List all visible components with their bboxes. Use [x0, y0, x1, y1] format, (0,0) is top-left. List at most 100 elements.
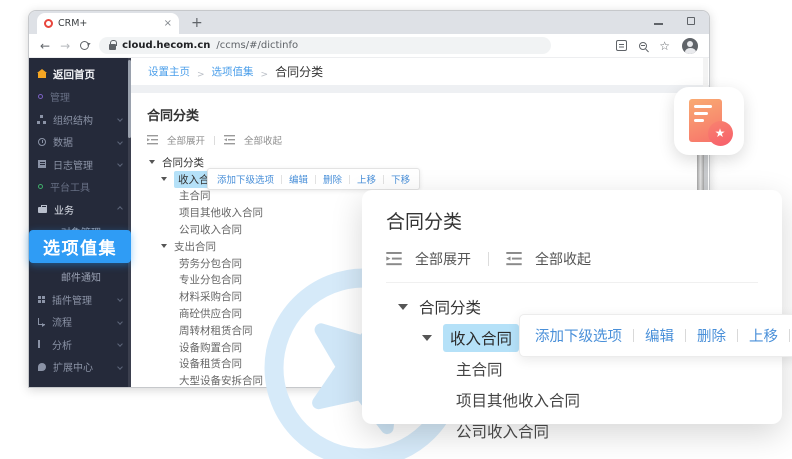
- sidebar-item-analysis[interactable]: 分析: [29, 333, 131, 356]
- zoom-tree-toolbar: 全部展开 全部收起: [386, 249, 758, 283]
- sidebar-item-log-management[interactable]: 日志管理: [29, 153, 131, 176]
- home-icon: [38, 73, 46, 78]
- collapse-all-icon: [506, 252, 522, 266]
- node-action-menu: 添加下级选项 编辑 删除 上移 下移: [207, 168, 420, 190]
- breadcrumb-separator: [197, 62, 205, 81]
- tree-leaf[interactable]: 公司收入合同: [386, 415, 758, 446]
- extension-icon: [38, 363, 46, 371]
- chevron-down-icon: [117, 139, 123, 145]
- sidebar: 返回首页 管理 组织结构 数据 日志管理: [29, 58, 131, 387]
- briefcase-icon: [38, 207, 47, 213]
- expand-all-button[interactable]: 全部展开: [167, 133, 205, 147]
- breadcrumb-current: 合同分类: [275, 63, 323, 80]
- sidebar-section-platform-tools[interactable]: 平台工具: [29, 176, 131, 199]
- new-tab-button[interactable]: +: [191, 16, 203, 30]
- edit-button[interactable]: 编辑: [645, 325, 674, 346]
- clock-icon: [38, 138, 46, 146]
- collapse-all-button[interactable]: 全部收起: [535, 249, 591, 269]
- tab-title: CRM+: [58, 18, 159, 29]
- zoom-lens-icon[interactable]: [639, 42, 647, 50]
- crm-favicon-icon: [44, 19, 53, 28]
- move-up-button[interactable]: 上移: [749, 325, 778, 346]
- expand-arrow-icon[interactable]: [149, 160, 155, 164]
- chevron-down-icon: [117, 161, 123, 167]
- expand-all-button[interactable]: 全部展开: [415, 249, 471, 269]
- sidebar-item-workflow[interactable]: 流程: [29, 311, 131, 334]
- move-down-button[interactable]: 下移: [391, 172, 410, 186]
- tree-leaf[interactable]: 主合同: [386, 353, 758, 384]
- callout-connector: [697, 150, 704, 195]
- address-bar: ← → cloud.hecom.cn/ccms/#/dictinfo ☆: [29, 34, 709, 58]
- chevron-down-icon: [117, 364, 123, 370]
- expand-arrow-icon[interactable]: [422, 335, 432, 341]
- tab-close-icon[interactable]: ×: [164, 19, 172, 29]
- sidebar-item-data[interactable]: 数据: [29, 131, 131, 154]
- sidebar-item-business[interactable]: 业务: [29, 198, 131, 221]
- sidebar-section-management[interactable]: 管理: [29, 86, 131, 109]
- forward-icon[interactable]: →: [60, 40, 70, 52]
- tree-leaf[interactable]: 项目其他收入合同: [386, 384, 758, 415]
- toolbar-divider: [488, 252, 489, 266]
- marketing-screenshot: CRM+ × + ← → cloud.hecom.cn/ccms/#/dicti…: [0, 0, 792, 459]
- toolbar-divider: [214, 136, 215, 145]
- expand-arrow-icon[interactable]: [161, 244, 167, 248]
- page-title: 合同分类: [147, 105, 695, 124]
- sidebar-item-plugin-management[interactable]: 插件管理: [29, 288, 131, 311]
- browser-tab-bar: CRM+ × +: [29, 11, 709, 34]
- collapse-all-button[interactable]: 全部收起: [244, 133, 282, 147]
- expand-arrow-icon[interactable]: [398, 304, 408, 310]
- chevron-down-icon: [117, 296, 123, 302]
- bar-chart-icon: [38, 340, 40, 348]
- delete-button[interactable]: 删除: [697, 325, 726, 346]
- bookmark-star-icon[interactable]: ☆: [659, 40, 670, 52]
- edit-button[interactable]: 编辑: [289, 172, 308, 186]
- url-path: /ccms/#/dictinfo: [216, 40, 298, 51]
- contract-doc-badge: ★: [674, 87, 744, 155]
- expand-all-icon: [147, 135, 158, 145]
- minimize-icon[interactable]: [654, 23, 663, 25]
- dict-set-callout[interactable]: 选项值集: [29, 230, 131, 263]
- breadcrumb: 设置主页 选项值集 合同分类: [131, 58, 709, 85]
- star-circle-icon: ★: [708, 121, 733, 146]
- translate-icon[interactable]: [616, 40, 627, 51]
- lock-icon: [109, 44, 116, 50]
- tree-node-income[interactable]: 收入合同 添加下级选项 编辑 删除 上移 下移: [141, 171, 695, 188]
- back-icon[interactable]: ←: [40, 40, 50, 52]
- sidebar-item-extension-center[interactable]: 扩展中心: [29, 356, 131, 379]
- move-up-button[interactable]: 上移: [357, 172, 376, 186]
- sidebar-item-home[interactable]: 返回首页: [29, 63, 131, 86]
- breadcrumb-dict-set[interactable]: 选项值集: [212, 64, 254, 79]
- add-child-option-button[interactable]: 添加下级选项: [217, 172, 274, 186]
- node-action-menu: 添加下级选项 编辑 删除 上移 下移: [519, 314, 792, 357]
- reload-icon[interactable]: [80, 41, 89, 50]
- url-host: cloud.hecom.cn: [122, 40, 210, 51]
- window-controls: [654, 16, 695, 25]
- add-child-option-button[interactable]: 添加下级选项: [535, 325, 622, 346]
- browser-tab[interactable]: CRM+ ×: [37, 13, 179, 34]
- address-bar-icons: ☆: [616, 38, 698, 54]
- chevron-up-icon: [117, 206, 123, 212]
- delete-button[interactable]: 删除: [323, 172, 342, 186]
- selected-node-label[interactable]: 收入合同: [443, 324, 519, 352]
- document-star-icon: ★: [689, 99, 722, 142]
- chevron-down-icon: [117, 116, 123, 122]
- ring-icon: [38, 184, 43, 189]
- breadcrumb-settings-home[interactable]: 设置主页: [148, 64, 190, 79]
- expand-arrow-icon[interactable]: [161, 177, 167, 181]
- ring-icon: [38, 94, 43, 99]
- expand-all-icon: [386, 252, 402, 266]
- restore-icon[interactable]: [687, 17, 695, 25]
- tree-node-income[interactable]: 收入合同 添加下级选项 编辑 删除 上移 下移: [386, 322, 758, 353]
- chevron-down-icon: [117, 319, 123, 325]
- zoom-panel-title: 合同分类: [386, 207, 758, 234]
- sidebar-item-org-structure[interactable]: 组织结构: [29, 108, 131, 131]
- url-field[interactable]: cloud.hecom.cn/ccms/#/dictinfo: [99, 37, 551, 54]
- tree-toolbar: 全部展开 全部收起: [147, 133, 695, 147]
- profile-avatar[interactable]: [682, 38, 698, 54]
- org-chart-icon: [40, 115, 43, 118]
- flow-icon: [38, 318, 45, 325]
- chevron-down-icon: [117, 341, 123, 347]
- sidebar-item-mail-notice[interactable]: 邮件通知: [29, 266, 131, 289]
- zoom-category-tree: 合同分类 收入合同 添加下级选项 编辑 删除 上移 下移 主合同 项目其他收: [386, 291, 758, 446]
- breadcrumb-separator: [261, 62, 269, 81]
